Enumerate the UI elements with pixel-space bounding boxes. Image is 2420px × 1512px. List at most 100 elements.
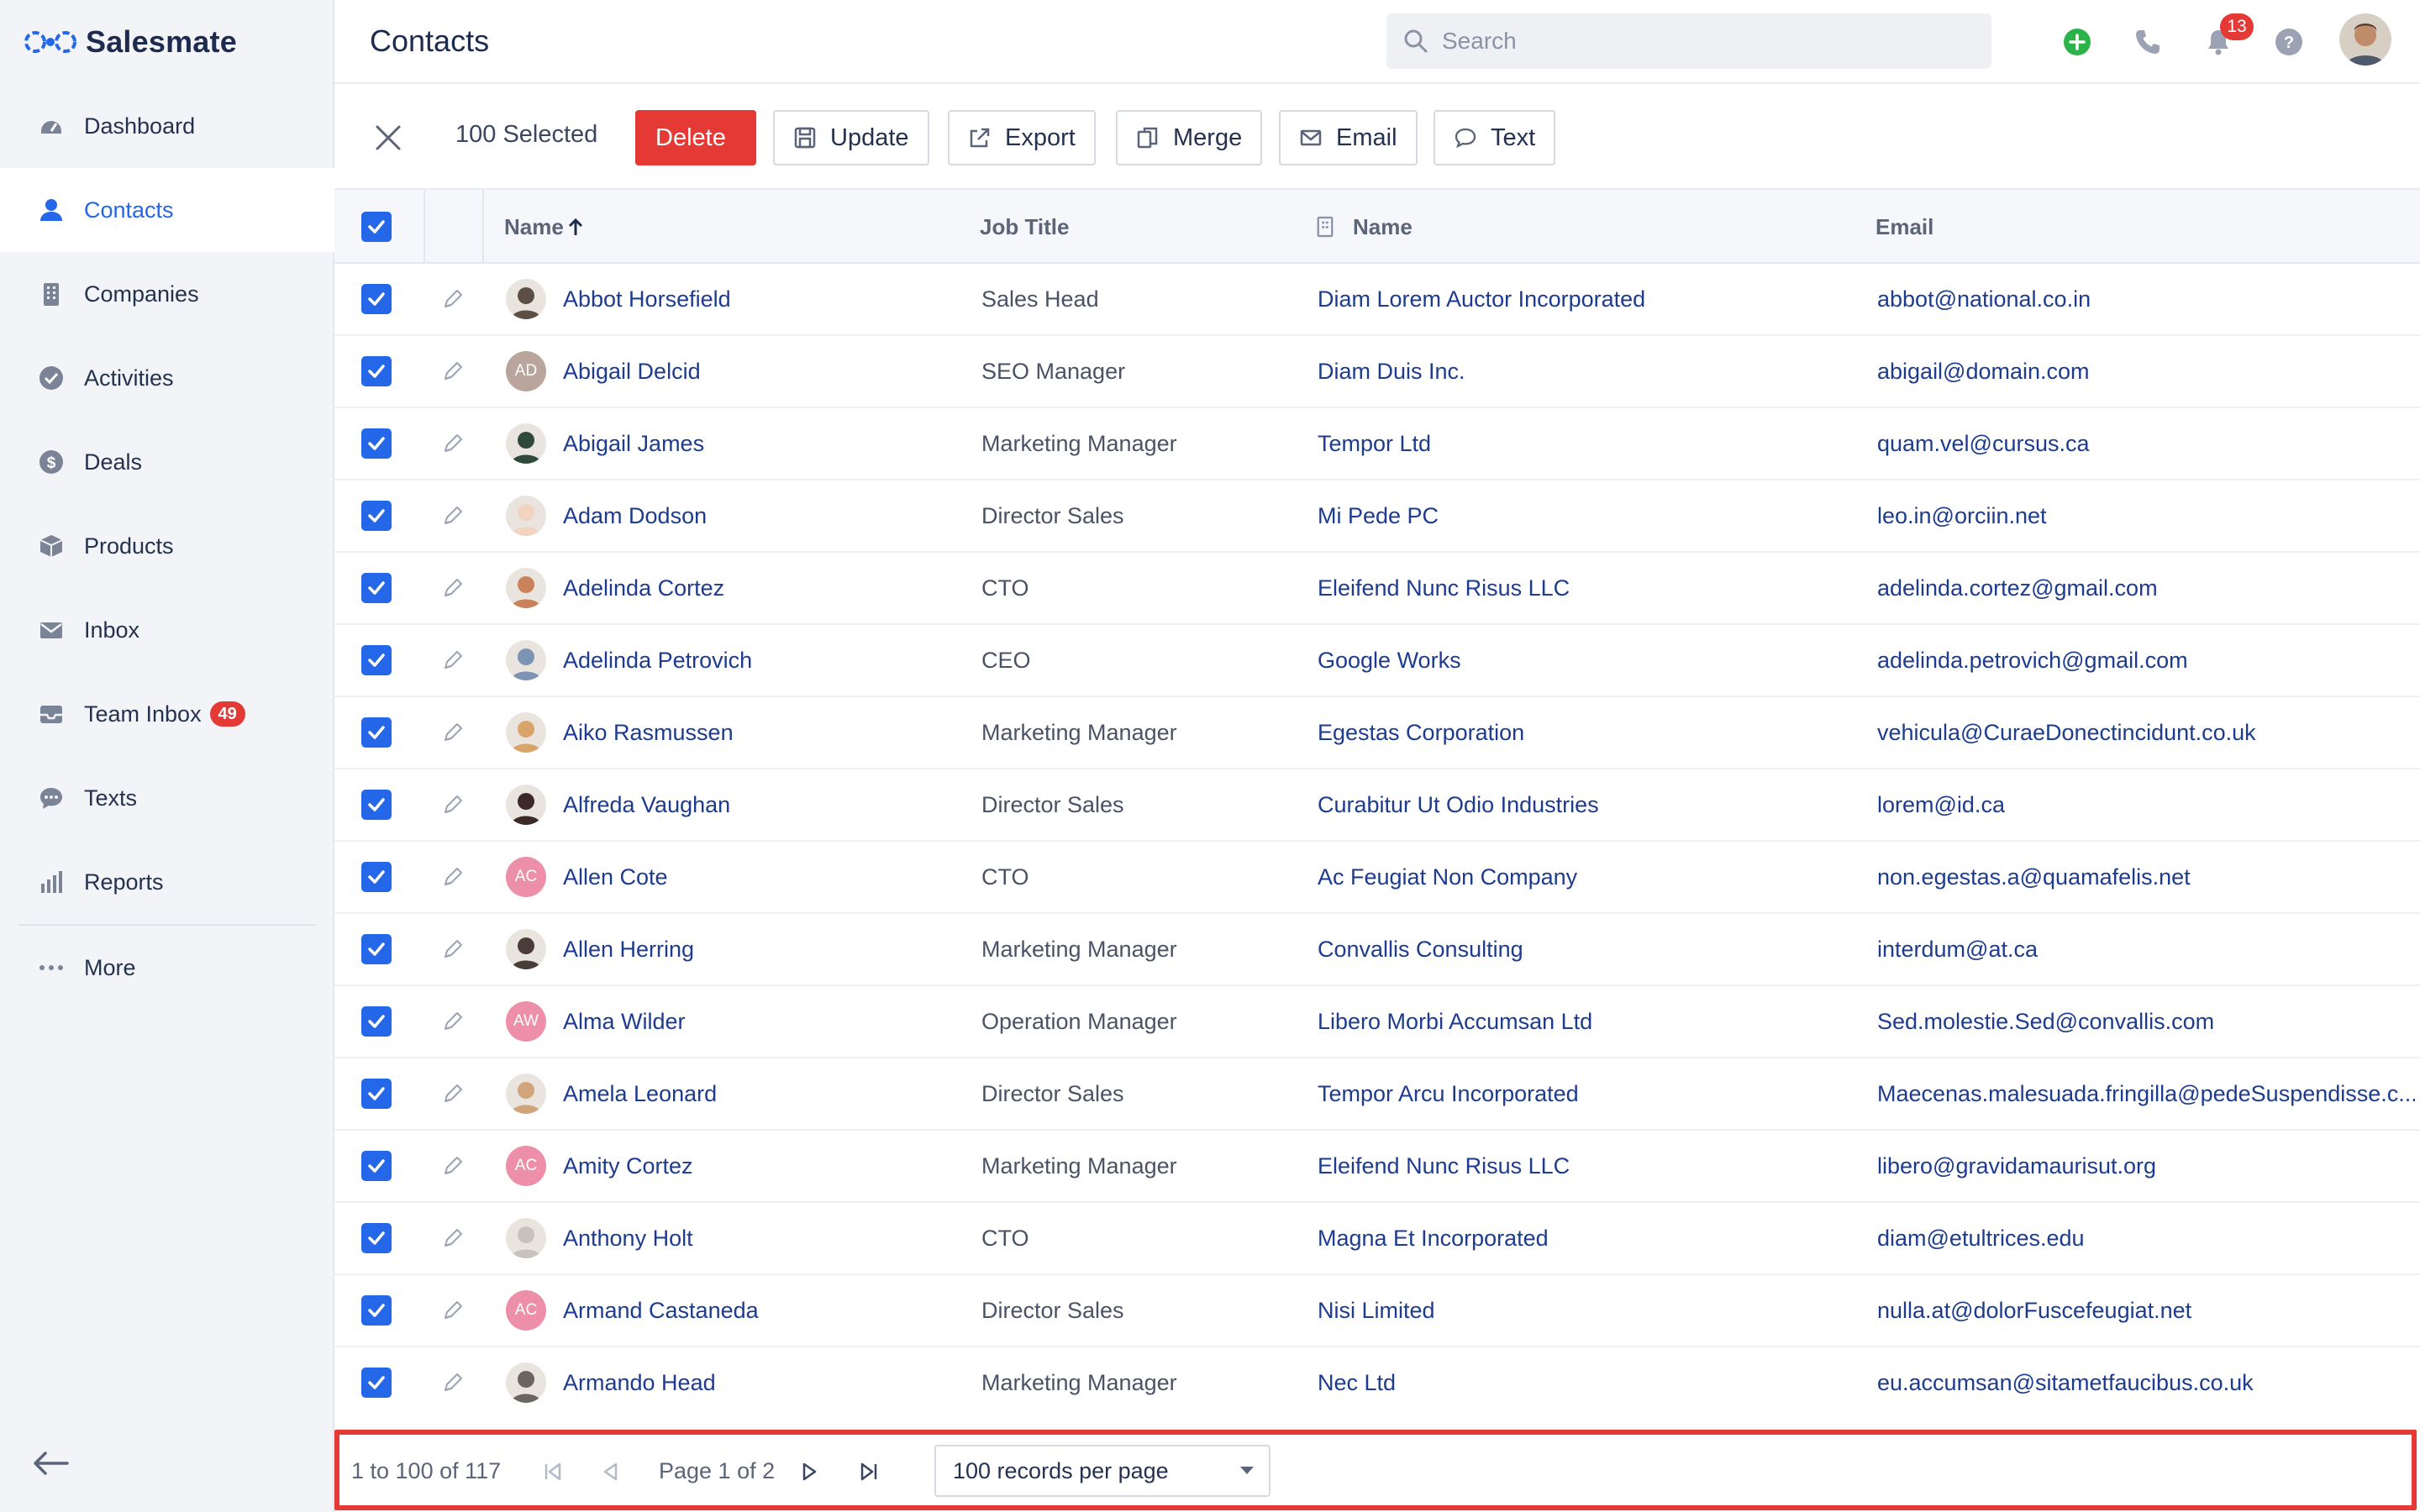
contact-name-cell[interactable]: Armando Head bbox=[506, 1347, 951, 1418]
edit-row-button[interactable] bbox=[440, 264, 466, 334]
sidebar-item-team-inbox[interactable]: Team Inbox 49 bbox=[0, 672, 334, 756]
clear-selection-button[interactable] bbox=[373, 123, 403, 153]
column-header-job-title[interactable]: Job Title bbox=[980, 190, 1069, 264]
contact-name-cell[interactable]: Allen Herring bbox=[506, 914, 951, 984]
row-checkbox[interactable] bbox=[361, 1131, 392, 1201]
email-link[interactable]: libero@gravidamaurisut.org bbox=[1877, 1131, 2415, 1201]
edit-row-button[interactable] bbox=[440, 1131, 466, 1201]
column-header-name[interactable]: Name bbox=[504, 190, 584, 264]
company-name-link[interactable]: Convallis Consulting bbox=[1318, 914, 1855, 984]
row-checkbox[interactable] bbox=[361, 842, 392, 912]
email-link[interactable]: interdum@at.ca bbox=[1877, 914, 2415, 984]
email-link[interactable]: non.egestas.a@quamafelis.net bbox=[1877, 842, 2415, 912]
contact-name-link[interactable]: Allen Cote bbox=[563, 864, 668, 890]
table-row[interactable]: Aiko Rasmussen Marketing Manager Egestas C… bbox=[334, 697, 2420, 769]
table-row[interactable]: Allen Herring Marketing Manager Convallis … bbox=[334, 914, 2420, 986]
add-new-button[interactable] bbox=[2059, 24, 2096, 60]
table-row[interactable]: AC Armand Castaneda Director Sales Nisi Lim… bbox=[334, 1275, 2420, 1347]
edit-row-button[interactable] bbox=[440, 553, 466, 623]
contact-name-cell[interactable]: Alfreda Vaughan bbox=[506, 769, 951, 840]
company-name-link[interactable]: Eleifend Nunc Risus LLC bbox=[1318, 1131, 1855, 1201]
row-checkbox[interactable] bbox=[361, 914, 392, 984]
edit-row-button[interactable] bbox=[440, 1275, 466, 1346]
contact-name-link[interactable]: Allen Herring bbox=[563, 937, 694, 963]
edit-row-button[interactable] bbox=[440, 1347, 466, 1418]
email-link[interactable]: adelinda.cortez@gmail.com bbox=[1877, 553, 2415, 623]
contact-name-link[interactable]: Armando Head bbox=[563, 1370, 716, 1396]
contact-name-cell[interactable]: Adam Dodson bbox=[506, 480, 951, 551]
company-name-link[interactable]: Mi Pede PC bbox=[1318, 480, 1855, 551]
email-link[interactable]: eu.accumsan@sitametfaucibus.co.uk bbox=[1877, 1347, 2415, 1418]
contact-name-cell[interactable]: Adelinda Cortez bbox=[506, 553, 951, 623]
email-link[interactable]: abbot@national.co.in bbox=[1877, 264, 2415, 334]
company-name-link[interactable]: Ac Feugiat Non Company bbox=[1318, 842, 1855, 912]
row-checkbox[interactable] bbox=[361, 336, 392, 407]
email-link[interactable]: Sed.molestie.Sed@convallis.com bbox=[1877, 986, 2415, 1057]
contact-name-link[interactable]: Armand Castaneda bbox=[563, 1298, 759, 1324]
company-name-link[interactable]: Egestas Corporation bbox=[1318, 697, 1855, 768]
edit-row-button[interactable] bbox=[440, 697, 466, 768]
email-link[interactable]: abigail@domain.com bbox=[1877, 336, 2415, 407]
update-button[interactable]: Update bbox=[773, 110, 929, 165]
sidebar-item-activities[interactable]: Activities bbox=[0, 336, 334, 420]
user-avatar[interactable] bbox=[2339, 13, 2391, 66]
sidebar-item-texts[interactable]: Texts bbox=[0, 756, 334, 840]
row-checkbox[interactable] bbox=[361, 1203, 392, 1273]
table-row[interactable]: Adelinda Cortez CTO Eleifend Nunc Risus LL… bbox=[334, 553, 2420, 625]
contact-name-cell[interactable]: Abbot Horsefield bbox=[506, 264, 951, 334]
edit-row-button[interactable] bbox=[440, 1203, 466, 1273]
contact-name-cell[interactable]: Adelinda Petrovich bbox=[506, 625, 951, 696]
sidebar-item-dashboard[interactable]: Dashboard bbox=[0, 84, 334, 168]
contact-name-link[interactable]: Abbot Horsefield bbox=[563, 286, 731, 312]
table-row[interactable]: Adam Dodson Director Sales Mi Pede PC leo.i… bbox=[334, 480, 2420, 553]
company-name-link[interactable]: Tempor Arcu Incorporated bbox=[1318, 1058, 1855, 1129]
collapse-sidebar-arrow-icon[interactable] bbox=[30, 1446, 71, 1480]
row-checkbox[interactable] bbox=[361, 264, 392, 334]
edit-row-button[interactable] bbox=[440, 914, 466, 984]
company-name-link[interactable]: Libero Morbi Accumsan Ltd bbox=[1318, 986, 1855, 1057]
help-button[interactable]: ? bbox=[2270, 24, 2307, 60]
company-name-link[interactable]: Diam Lorem Auctor Incorporated bbox=[1318, 264, 1855, 334]
contact-name-link[interactable]: Alma Wilder bbox=[563, 1009, 686, 1035]
next-page-button[interactable] bbox=[795, 1457, 825, 1487]
edit-row-button[interactable] bbox=[440, 1058, 466, 1129]
email-link[interactable]: adelinda.petrovich@gmail.com bbox=[1877, 625, 2415, 696]
sidebar-item-companies[interactable]: Companies bbox=[0, 252, 334, 336]
table-row[interactable]: Abbot Horsefield Sales Head Diam Lorem Auc… bbox=[334, 264, 2420, 336]
row-checkbox[interactable] bbox=[361, 1058, 392, 1129]
contact-name-cell[interactable]: AC Armand Castaneda bbox=[506, 1275, 951, 1346]
email-link[interactable]: diam@etultrices.edu bbox=[1877, 1203, 2415, 1273]
table-row[interactable]: Abigail James Marketing Manager Tempor Ltd… bbox=[334, 408, 2420, 480]
contact-name-link[interactable]: Amity Cortez bbox=[563, 1153, 693, 1179]
column-header-company-name[interactable]: Name bbox=[1316, 190, 1413, 264]
row-checkbox[interactable] bbox=[361, 769, 392, 840]
contact-name-link[interactable]: Adam Dodson bbox=[563, 503, 707, 529]
email-link[interactable]: vehicula@CuraeDonectincidunt.co.uk bbox=[1877, 697, 2415, 768]
company-name-link[interactable]: Diam Duis Inc. bbox=[1318, 336, 1855, 407]
email-link[interactable]: quam.vel@cursus.ca bbox=[1877, 408, 2415, 479]
email-link[interactable]: nulla.at@dolorFuscefeugiat.net bbox=[1877, 1275, 2415, 1346]
phone-button[interactable] bbox=[2129, 24, 2166, 60]
contact-name-link[interactable]: Abigail Delcid bbox=[563, 359, 701, 385]
table-row[interactable]: Anthony Holt CTO Magna Et Incorporated diam… bbox=[334, 1203, 2420, 1275]
table-row[interactable]: AC Amity Cortez Marketing Manager Eleifend … bbox=[334, 1131, 2420, 1203]
table-row[interactable]: AC Allen Cote CTO Ac Feugiat Non Company non… bbox=[334, 842, 2420, 914]
previous-page-button[interactable] bbox=[595, 1457, 625, 1487]
app-logo[interactable]: Salesmate bbox=[24, 22, 237, 62]
select-all-checkbox[interactable] bbox=[361, 190, 392, 264]
email-link[interactable]: lorem@id.ca bbox=[1877, 769, 2415, 840]
contact-name-cell[interactable]: Abigail James bbox=[506, 408, 951, 479]
table-row[interactable]: AW Alma Wilder Operation Manager Libero Mor… bbox=[334, 986, 2420, 1058]
row-checkbox[interactable] bbox=[361, 480, 392, 551]
row-checkbox[interactable] bbox=[361, 553, 392, 623]
contact-name-cell[interactable]: AC Allen Cote bbox=[506, 842, 951, 912]
table-row[interactable]: Amela Leonard Director Sales Tempor Arcu I… bbox=[334, 1058, 2420, 1131]
export-button[interactable]: Export bbox=[948, 110, 1096, 165]
edit-row-button[interactable] bbox=[440, 408, 466, 479]
company-name-link[interactable]: Magna Et Incorporated bbox=[1318, 1203, 1855, 1273]
company-name-link[interactable]: Nisi Limited bbox=[1318, 1275, 1855, 1346]
contact-name-link[interactable]: Abigail James bbox=[563, 431, 704, 457]
search-input[interactable] bbox=[1442, 28, 1946, 55]
notifications-button[interactable]: 13 bbox=[2200, 13, 2254, 60]
sidebar-item-more[interactable]: More bbox=[0, 926, 334, 1010]
